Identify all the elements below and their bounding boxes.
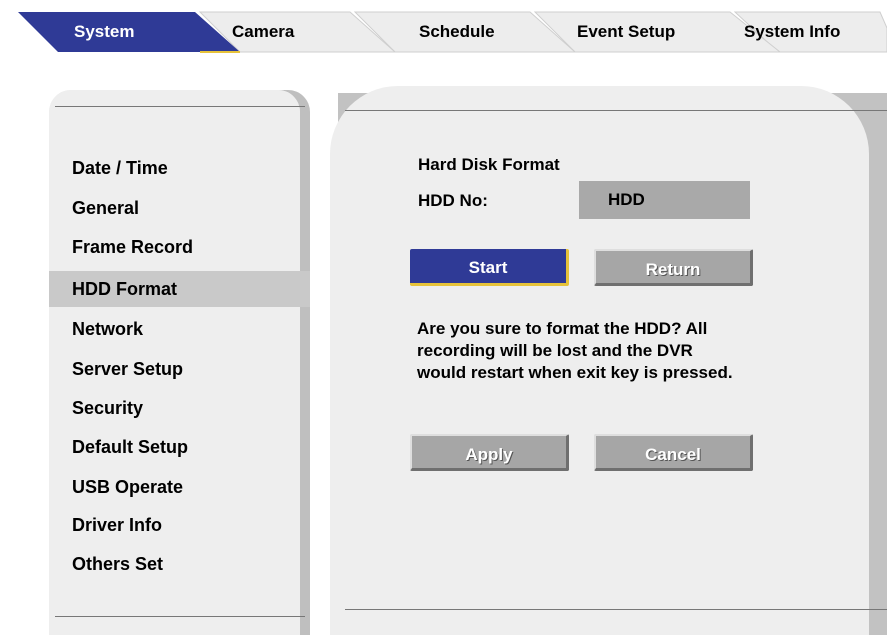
format-warning-message: Are you sure to format the HDD? All reco…	[417, 318, 827, 384]
sidebar-item-frame-record[interactable]: Frame Record	[49, 229, 310, 265]
sidebar-item-security[interactable]: Security	[49, 390, 310, 426]
apply-button[interactable]: Apply	[410, 434, 569, 471]
sidebar-item-hdd-format[interactable]: HDD Format	[49, 271, 310, 307]
tab-system-info-label[interactable]: System Info	[744, 22, 840, 42]
section-title: Hard Disk Format	[418, 155, 560, 174]
message-line-3: would restart when exit key is pressed.	[417, 363, 733, 382]
tab-event-setup-label[interactable]: Event Setup	[577, 22, 675, 42]
sidebar-item-usb-operate[interactable]: USB Operate	[49, 469, 310, 505]
message-line-1: Are you sure to format the HDD? All	[417, 319, 708, 338]
sidebar-bottom-divider	[55, 616, 305, 617]
sidebar-item-general[interactable]: General	[49, 190, 310, 226]
sidebar-item-others-set[interactable]: Others Set	[49, 546, 310, 582]
sidebar-item-network[interactable]: Network	[49, 311, 310, 347]
main-top-divider	[345, 110, 887, 111]
tab-system-label[interactable]: System	[74, 22, 134, 42]
sidebar-item-server-setup[interactable]: Server Setup	[49, 351, 310, 387]
tab-camera-label[interactable]: Camera	[232, 22, 294, 42]
sidebar-item-date-time[interactable]: Date / Time	[49, 150, 310, 186]
sidebar-item-driver-info[interactable]: Driver Info	[49, 507, 310, 543]
start-button[interactable]: Start	[410, 249, 569, 286]
sidebar-item-default-setup[interactable]: Default Setup	[49, 429, 310, 465]
main-bottom-divider	[345, 609, 887, 610]
message-line-2: recording will be lost and the DVR	[417, 341, 693, 360]
hdd-select[interactable]: HDD	[579, 181, 750, 219]
tab-schedule-label[interactable]: Schedule	[419, 22, 495, 42]
sidebar-top-divider	[55, 106, 305, 107]
hdd-no-label: HDD No:	[418, 191, 488, 210]
cancel-button[interactable]: Cancel	[594, 434, 753, 471]
return-button[interactable]: Return	[594, 249, 753, 286]
